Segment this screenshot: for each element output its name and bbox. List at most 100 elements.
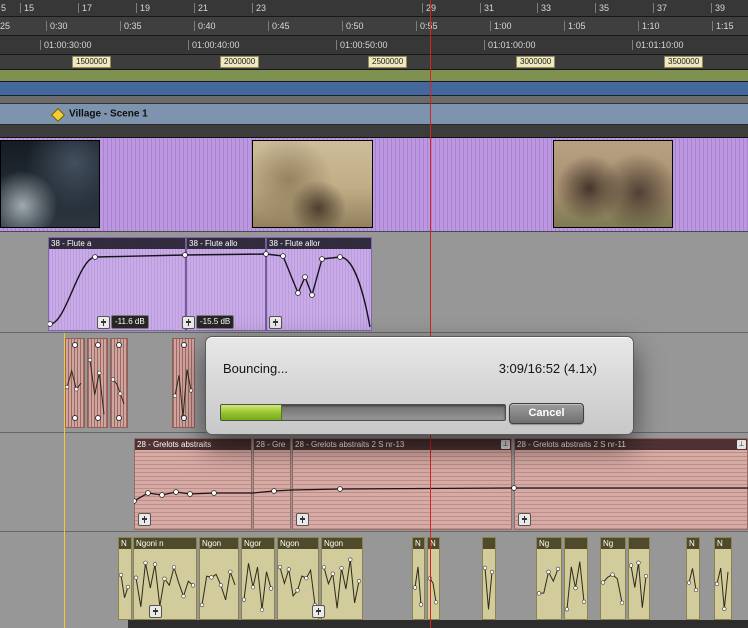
audio-clip-ngoni[interactable]: Ng bbox=[600, 537, 626, 620]
samples-label: 2000000 bbox=[220, 56, 260, 68]
minsec-label: 1:15 bbox=[712, 21, 734, 31]
dialog-progress-text: 3:09/16:52 (4.1x) bbox=[498, 361, 597, 376]
video-track[interactable] bbox=[0, 138, 748, 233]
clip-title: 28 - Grelots abstraits 2 S nr-11 bbox=[515, 439, 747, 450]
audio-clip-ngoni[interactable]: Ngoni n bbox=[133, 537, 197, 620]
audio-clip-perc[interactable] bbox=[87, 338, 108, 428]
clip-title: Ngon bbox=[200, 538, 238, 549]
bars-label: 15 bbox=[19, 3, 35, 13]
clip-gain-badge: -11.6 dB bbox=[111, 315, 149, 329]
bars-label: 39 bbox=[710, 3, 726, 13]
clip-title: 28 - Grelots abstraits bbox=[135, 439, 251, 450]
audio-clip-ngoni[interactable]: N bbox=[686, 537, 700, 620]
video-thumbnail[interactable] bbox=[0, 140, 100, 228]
audio-clip-ngoni[interactable]: N bbox=[427, 537, 440, 620]
audio-clip-ngoni[interactable] bbox=[564, 537, 588, 620]
timecode-ruler[interactable]: 01:00:30:00 01:00:40:00 01:00:50:00 01:0… bbox=[0, 36, 748, 55]
bars-label: 19 bbox=[135, 3, 151, 13]
clip-title: 38 - Flute allo bbox=[187, 238, 265, 249]
clip-gain-icon[interactable] bbox=[518, 513, 531, 526]
video-thumbnail[interactable] bbox=[252, 140, 373, 228]
samples-ruler[interactable]: 1500000 2000000 2500000 3000000 3500000 bbox=[0, 55, 748, 70]
clip-gain-icon[interactable] bbox=[312, 605, 325, 618]
clip-title: 28 - Grelots abstraits 2 S nr-13 bbox=[293, 439, 511, 450]
warp-indicator-icon: ⊥ bbox=[737, 440, 746, 449]
next-track-edge bbox=[128, 620, 748, 628]
bars-label: 33 bbox=[536, 3, 552, 13]
clip-gain-icon[interactable] bbox=[97, 316, 110, 329]
bars-label: 5 bbox=[1, 3, 7, 13]
bars-ruler[interactable]: 5 15 17 19 21 23 29 31 33 35 37 39 bbox=[0, 0, 748, 17]
audio-clip-perc[interactable] bbox=[64, 338, 85, 428]
clip-gain-badge: -15.5 dB bbox=[196, 315, 235, 329]
audio-clip-ngoni[interactable]: Ngor bbox=[241, 537, 275, 620]
clip-title bbox=[565, 538, 587, 549]
clip-gain-icon[interactable] bbox=[296, 513, 309, 526]
timecode-label: 01:00:50:00 bbox=[336, 40, 388, 50]
bars-label: 21 bbox=[193, 3, 209, 13]
marker-label[interactable]: Village - Scene 1 bbox=[69, 109, 148, 120]
minsec-label: 0:55 bbox=[416, 21, 438, 31]
audio-clip-grelots[interactable]: 28 - Grelots abstraits 2 S nr-11 ⊥ bbox=[514, 438, 748, 530]
warp-indicator-icon: ⊥ bbox=[501, 440, 510, 449]
clip-title: N bbox=[687, 538, 699, 549]
audio-clip-perc[interactable] bbox=[110, 338, 128, 428]
marker-diamond-icon bbox=[50, 107, 66, 123]
clip-title: N bbox=[119, 538, 131, 549]
clip-title: Ngon bbox=[278, 538, 318, 549]
bounce-dialog: Bouncing... 3:09/16:52 (4.1x) Cancel bbox=[205, 336, 634, 435]
bars-label: 29 bbox=[421, 3, 437, 13]
audio-clip-perc[interactable] bbox=[172, 338, 195, 428]
meter-ruler[interactable] bbox=[0, 82, 748, 96]
audio-clip-ngoni[interactable]: N bbox=[118, 537, 132, 620]
audio-clip-ngoni[interactable]: N bbox=[412, 537, 425, 620]
clip-title: Ngor bbox=[242, 538, 274, 549]
clip-gain-icon[interactable] bbox=[149, 605, 162, 618]
minsec-label: 0:30 bbox=[46, 21, 68, 31]
audio-clip-ngoni[interactable]: Ngon bbox=[321, 537, 363, 620]
audio-clip-grelots[interactable]: 28 - Grelots abstraits bbox=[134, 438, 252, 530]
clip-gain-icon[interactable] bbox=[182, 316, 195, 329]
audio-clip-grelots[interactable]: 28 - Gre bbox=[253, 438, 291, 530]
dialog-title: Bouncing... bbox=[223, 361, 289, 376]
clip-title: 28 - Gre bbox=[254, 439, 290, 450]
clip-title: Ngon bbox=[322, 538, 362, 549]
timecode-label: 01:01:10:00 bbox=[632, 40, 684, 50]
cancel-button[interactable]: Cancel bbox=[509, 403, 584, 424]
audio-clip-grelots[interactable]: 28 - Grelots abstraits 2 S nr-13 ⊥ bbox=[292, 438, 512, 530]
audio-clip-ngoni[interactable]: N bbox=[714, 537, 732, 620]
clip-title: Ng bbox=[601, 538, 625, 549]
clip-title: Ng bbox=[537, 538, 561, 549]
minsec-label: 0:40 bbox=[194, 21, 216, 31]
minsec-label: 0:50 bbox=[342, 21, 364, 31]
samples-label: 3500000 bbox=[664, 56, 704, 68]
markers-ruler[interactable]: Village - Scene 1 bbox=[0, 104, 748, 125]
minsec-label: 1:05 bbox=[564, 21, 586, 31]
clip-gain-icon[interactable] bbox=[269, 316, 282, 329]
clip-title bbox=[629, 538, 649, 549]
bars-label: 35 bbox=[594, 3, 610, 13]
audio-clip-ngoni[interactable] bbox=[482, 537, 496, 620]
tempo-ruler[interactable] bbox=[0, 70, 748, 82]
clip-gain-icon[interactable] bbox=[138, 513, 151, 526]
clip-title: 38 - Flute a bbox=[49, 238, 185, 249]
audio-clip-ngoni[interactable]: Ngon bbox=[199, 537, 239, 620]
clip-title: 38 - Flute allor bbox=[267, 238, 371, 249]
minsec-label: 1:00 bbox=[490, 21, 512, 31]
minsec-ruler[interactable]: 25 0:30 0:35 0:40 0:45 0:50 0:55 1:00 1:… bbox=[0, 17, 748, 36]
collapsed-track bbox=[0, 125, 748, 138]
timecode-label: 01:00:30:00 bbox=[40, 40, 92, 50]
bars-label: 17 bbox=[77, 3, 93, 13]
audio-clip-ngoni[interactable] bbox=[628, 537, 650, 620]
clip-title: N bbox=[715, 538, 731, 549]
ruler-spacer bbox=[0, 96, 748, 104]
clip-title: Ngoni n bbox=[134, 538, 196, 549]
playhead bbox=[430, 0, 431, 628]
edit-cursor bbox=[64, 333, 65, 628]
bars-label: 23 bbox=[251, 3, 267, 13]
minsec-label: 0:35 bbox=[120, 21, 142, 31]
video-thumbnail[interactable] bbox=[553, 140, 673, 228]
audio-clip-ngoni[interactable]: Ng bbox=[536, 537, 562, 620]
samples-label: 3000000 bbox=[516, 56, 556, 68]
clip-title bbox=[483, 538, 495, 549]
